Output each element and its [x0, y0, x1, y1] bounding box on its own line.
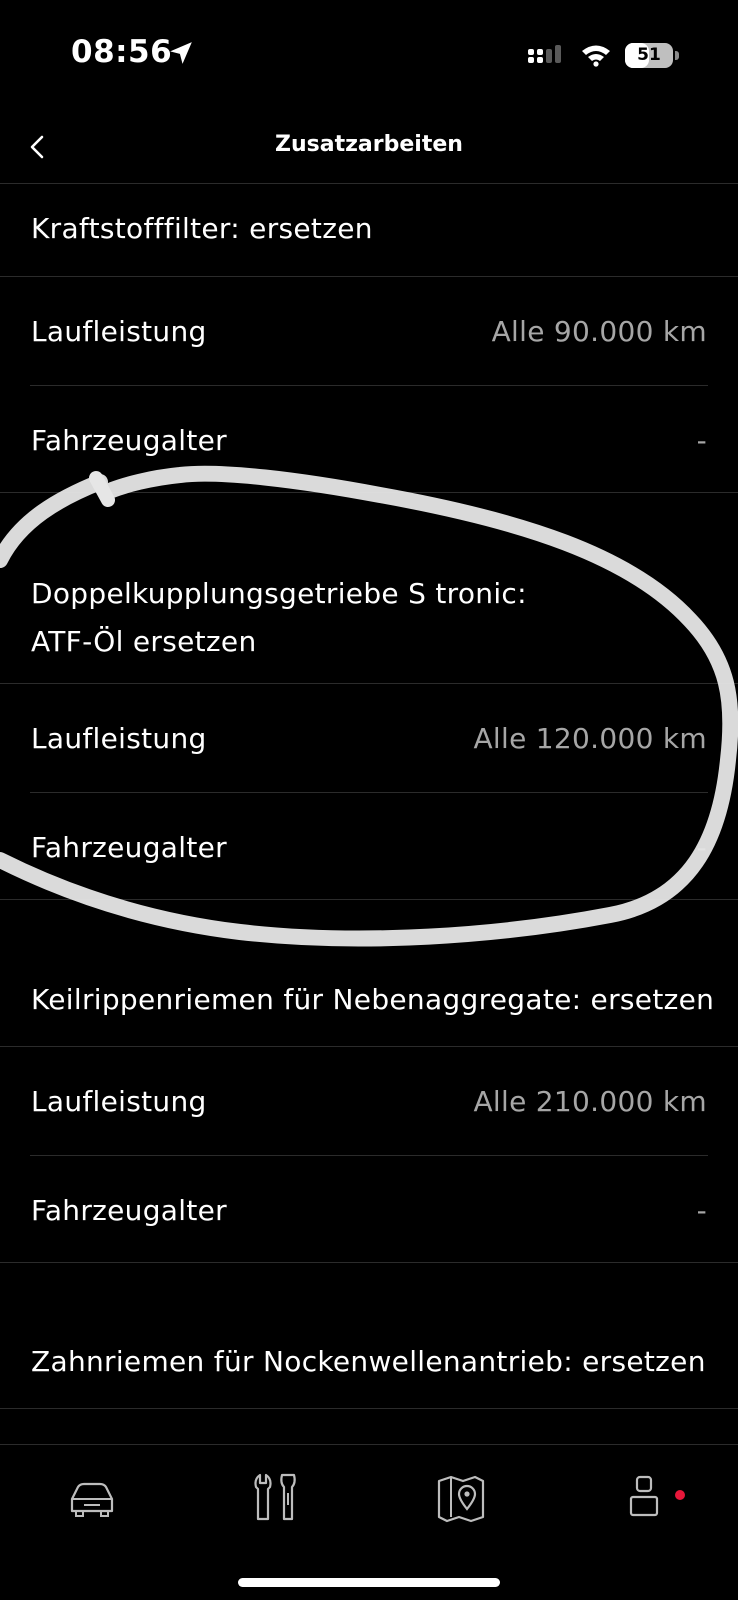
service-tools-icon: [254, 1473, 296, 1521]
tab-car[interactable]: [62, 1471, 122, 1523]
section-heading: Kraftstofffilter: ersetzen: [0, 184, 738, 276]
section-title: Doppelkupplungsgetriebe S tronic: ATF-Öl…: [31, 577, 527, 658]
tab-profile[interactable]: [617, 1471, 677, 1523]
tab-bar: [0, 1444, 738, 1600]
status-bar: 08:56 51: [0, 0, 738, 110]
section-heading: Zahnriemen für Nockenwellenantrieb: erse…: [0, 1263, 738, 1408]
list-item: Laufleistung Alle 90.000 km: [0, 277, 738, 385]
section-title: Keilrippenriemen für Nebenaggregate: ers…: [31, 983, 715, 1016]
wifi-icon: [582, 45, 610, 67]
row-value: Alle 120.000 km: [473, 722, 707, 755]
tab-service[interactable]: [246, 1471, 306, 1523]
row-value: -: [696, 831, 707, 864]
row-label: Laufleistung: [31, 1085, 207, 1118]
row-label: Fahrzeugalter: [31, 424, 227, 457]
list-item: Laufleistung Alle 210.000 km: [0, 1047, 738, 1155]
row-label: Laufleistung: [31, 722, 207, 755]
home-indicator[interactable]: [238, 1578, 500, 1587]
status-time: 08:56: [71, 34, 173, 70]
profile-icon: [629, 1475, 659, 1517]
row-label: Fahrzeugalter: [31, 831, 227, 864]
car-icon: [70, 1482, 114, 1517]
section-title: Zahnriemen für Nockenwellenantrieb: erse…: [31, 1345, 706, 1378]
divider: [0, 1408, 738, 1409]
cellular-signal-icon: [528, 45, 561, 63]
location-arrow-icon: [170, 42, 192, 64]
row-label: Fahrzeugalter: [31, 1194, 227, 1227]
tab-map[interactable]: [431, 1471, 491, 1523]
section-heading: Doppelkupplungsgetriebe S tronic: ATF-Öl…: [0, 493, 738, 683]
list-item: Fahrzeugalter -: [0, 1156, 738, 1262]
row-value: Alle 210.000 km: [473, 1085, 707, 1118]
navigation-bar: Zusatzarbeiten: [0, 110, 738, 184]
section-title: Kraftstofffilter: ersetzen: [31, 212, 373, 245]
list-item: Fahrzeugalter -: [0, 793, 738, 899]
battery-icon: 51: [625, 43, 673, 68]
page-title: Zusatzarbeiten: [275, 132, 463, 157]
notification-badge: [675, 1490, 685, 1500]
row-label: Laufleistung: [31, 315, 207, 348]
list-item: Laufleistung Alle 120.000 km: [0, 684, 738, 792]
section-heading: Keilrippenriemen für Nebenaggregate: ers…: [0, 900, 738, 1046]
row-value: -: [696, 1194, 707, 1227]
battery-percentage: 51: [637, 45, 661, 65]
battery-cap: [675, 51, 679, 60]
list-item: Fahrzeugalter -: [0, 386, 738, 492]
map-pin-icon: [437, 1475, 485, 1523]
row-value: -: [696, 424, 707, 457]
row-value: Alle 90.000 km: [491, 315, 707, 348]
